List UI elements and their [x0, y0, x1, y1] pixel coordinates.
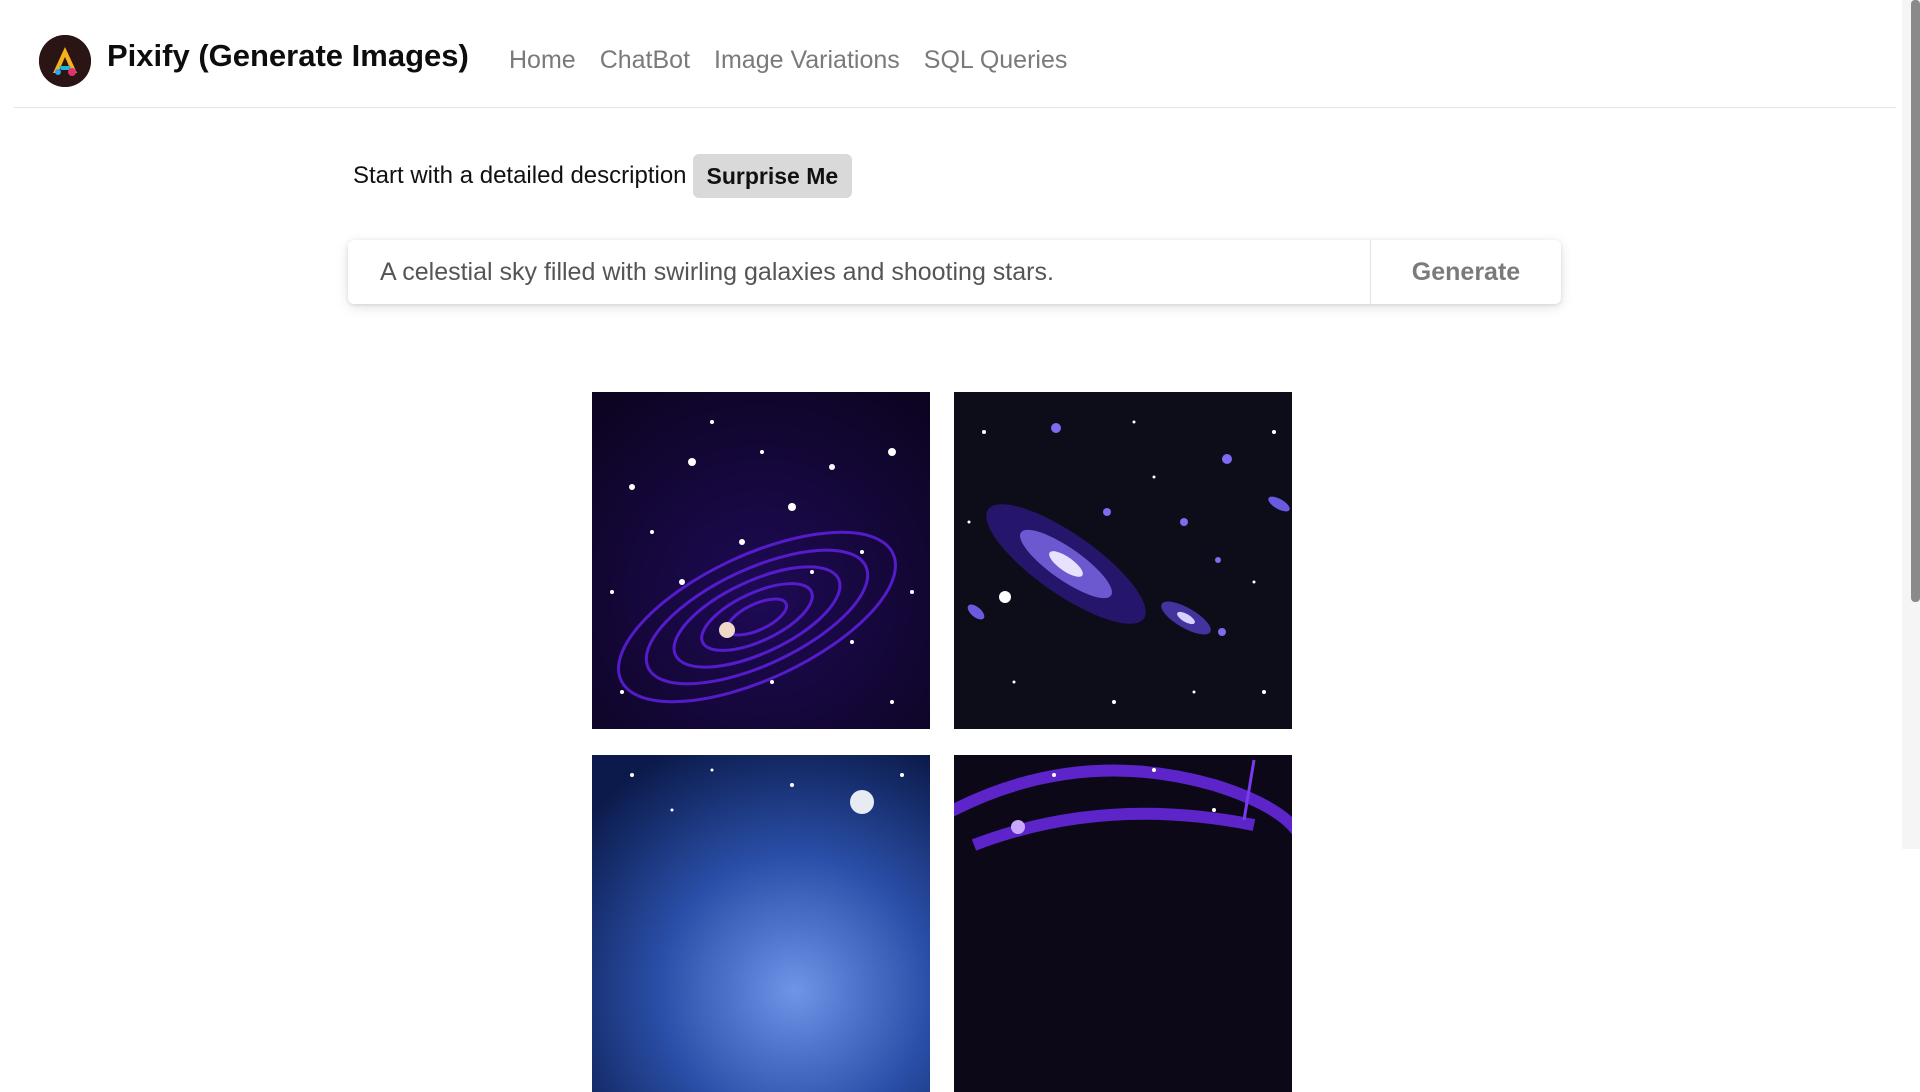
prompt-input[interactable] — [348, 240, 1370, 304]
nav-image-variations[interactable]: Image Variations — [714, 46, 900, 75]
app-title: Pixify (Generate Images) — [107, 38, 469, 73]
prompt-form: Generate — [348, 240, 1561, 304]
generated-image-3[interactable] — [592, 755, 930, 1092]
generate-button[interactable]: Generate — [1371, 240, 1561, 304]
generated-image-2[interactable] — [954, 392, 1292, 729]
prompt-hint-row: Start with a detailed description Surpri… — [353, 154, 853, 198]
scrollbar-thumb[interactable] — [1911, 0, 1920, 602]
nav-sql-queries[interactable]: SQL Queries — [924, 46, 1068, 75]
nav-home[interactable]: Home — [509, 46, 576, 75]
generated-image-1[interactable] — [592, 392, 930, 729]
top-header: Pixify (Generate Images) Home ChatBot Im… — [14, 0, 1896, 108]
surprise-me-button[interactable]: Surprise Me — [692, 154, 853, 198]
pixify-logo-icon[interactable] — [39, 35, 91, 87]
top-nav: Home ChatBot Image Variations SQL Querie… — [509, 46, 1091, 75]
page-scrollbar[interactable] — [1902, 0, 1920, 849]
nav-chatbot[interactable]: ChatBot — [600, 46, 690, 75]
generated-image-4[interactable] — [954, 755, 1292, 1092]
prompt-hint: Start with a detailed description — [353, 162, 687, 189]
